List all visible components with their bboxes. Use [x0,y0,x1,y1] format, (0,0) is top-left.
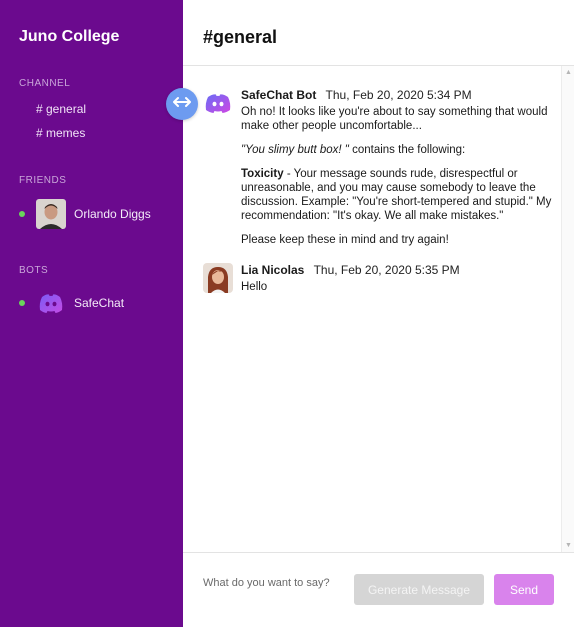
message-author: Lia Nicolas [241,263,305,277]
bots-heading: BOTS [19,265,49,276]
friend-name: Orlando Diggs [74,207,151,221]
message-quote-line: "You slimy butt box! " contains the foll… [241,143,556,157]
message-scrollbar[interactable]: ▲ ▼ [561,66,574,552]
message-quote-suffix: contains the following: [352,144,466,156]
message-category-text: - Your message sounds rude, disrespectfu… [241,168,552,222]
message-category-line: Toxicity - Your message sounds rude, dis… [241,167,556,223]
scroll-up-icon[interactable]: ▲ [565,69,572,76]
channel-header: #general [183,0,574,66]
channel-item-memes[interactable]: # memes [36,126,85,140]
bot-item-safechat[interactable]: SafeChat [19,288,183,318]
message-author: SafeChat Bot [241,88,317,102]
discord-bot-icon [203,88,233,118]
message-text: Oh no! It looks like you're about to say… [241,106,548,132]
message-composer: Generate Message Send [183,552,574,627]
channel-item-general[interactable]: # general [36,102,86,116]
message-content: SafeChat Bot Thu, Feb 20, 2020 5:34 PM O… [241,88,556,247]
send-button[interactable]: Send [494,574,554,605]
message-timestamp: Thu, Feb 20, 2020 5:35 PM [313,263,460,277]
online-status-dot [19,300,25,306]
arrows-horizontal-icon [173,95,191,113]
message-list: SafeChat Bot Thu, Feb 20, 2020 5:34 PM O… [183,66,574,552]
channel-title: #general [203,27,278,47]
sidebar-toggle-button[interactable] [166,88,198,120]
generate-message-button[interactable]: Generate Message [354,574,484,605]
online-status-dot [19,211,25,217]
message-content: Lia Nicolas Thu, Feb 20, 2020 5:35 PM He… [241,263,556,294]
avatar [36,199,66,229]
channels-heading: CHANNEL [19,78,71,89]
bot-name: SafeChat [74,296,125,310]
workspace-title: Juno College [19,28,120,45]
sidebar: Juno College CHANNEL # general # memes F… [0,0,183,627]
discord-bot-icon [36,288,66,318]
message-quote: "You slimy butt box! " [241,144,349,156]
friend-item-orlando-diggs[interactable]: Orlando Diggs [19,199,183,229]
message-closing: Please keep these in mind and try again! [241,234,449,246]
message-input[interactable] [203,573,343,593]
message-category: Toxicity [241,168,284,180]
chat-main: #general SafeChat Bot Thu, Feb 20, 2020 … [183,0,574,627]
friends-heading: FRIENDS [19,175,67,186]
scroll-down-icon[interactable]: ▼ [565,542,572,549]
avatar [203,263,233,293]
message-text: Hello [241,281,268,293]
message-timestamp: Thu, Feb 20, 2020 5:34 PM [325,88,472,102]
